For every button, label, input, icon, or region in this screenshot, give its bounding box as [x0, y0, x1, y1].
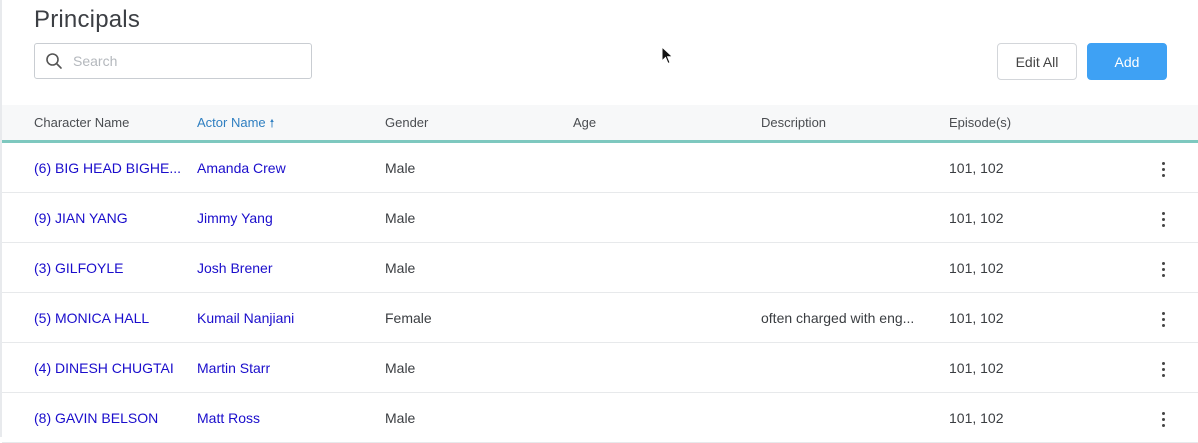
episodes-cell: 101, 102	[949, 410, 1004, 426]
column-header-character-name[interactable]: Character Name	[34, 105, 129, 140]
edit-all-button[interactable]: Edit All	[997, 43, 1077, 80]
episodes-cell: 101, 102	[949, 360, 1004, 376]
episodes-cell: 101, 102	[949, 260, 1004, 276]
episodes-cell: 101, 102	[949, 310, 1004, 326]
actor-name-link[interactable]: Josh Brener	[197, 243, 377, 293]
column-header-description[interactable]: Description	[761, 105, 826, 140]
character-name-link[interactable]: (9) JIAN YANG	[34, 193, 184, 243]
episodes-cell: 101, 102	[949, 160, 1004, 176]
table-header: Character Name Actor Name 🠕 Gender Age De…	[2, 105, 1198, 143]
character-name-link[interactable]: (5) MONICA HALL	[34, 293, 184, 343]
actor-name-link[interactable]: Jimmy Yang	[197, 193, 377, 243]
character-name-link[interactable]: (4) DINESH CHUGTAI	[34, 343, 184, 393]
description-cell	[761, 193, 941, 243]
gender-cell: Male	[385, 160, 416, 176]
gender-cell: Male	[385, 360, 416, 376]
table-row: (8) GAVIN BELSON Matt Ross Male 101, 102	[2, 393, 1198, 443]
description-cell	[761, 143, 941, 193]
column-header-age[interactable]: Age	[573, 105, 596, 140]
column-header-episodes[interactable]: Episode(s)	[949, 105, 1011, 140]
character-name-link[interactable]: (3) GILFOYLE	[34, 243, 184, 293]
actor-name-link[interactable]: Matt Ross	[197, 393, 377, 443]
add-button[interactable]: Add	[1087, 43, 1167, 80]
table-row: (5) MONICA HALL Kumail Nanjiani Female o…	[2, 293, 1198, 343]
search-input[interactable]	[71, 52, 311, 70]
row-menu-icon[interactable]	[1154, 308, 1172, 330]
search-icon	[45, 52, 63, 70]
row-menu-icon[interactable]	[1154, 208, 1172, 230]
character-name-link[interactable]: (8) GAVIN BELSON	[34, 393, 184, 443]
table-row: (6) BIG HEAD BIGHE... Amanda Crew Male 1…	[2, 143, 1198, 193]
description-cell	[761, 393, 941, 443]
description-cell	[761, 343, 941, 393]
table-row: (3) GILFOYLE Josh Brener Male 101, 102	[2, 243, 1198, 293]
column-header-actor-name[interactable]: Actor Name 🠕	[197, 105, 274, 140]
gender-cell: Male	[385, 260, 416, 276]
sort-ascending-icon: 🠕	[269, 118, 275, 130]
character-name-link[interactable]: (6) BIG HEAD BIGHE...	[34, 143, 184, 193]
row-menu-icon[interactable]	[1154, 358, 1172, 380]
column-header-label: Actor Name	[197, 115, 266, 130]
actor-name-link[interactable]: Kumail Nanjiani	[197, 293, 377, 343]
gender-cell: Male	[385, 210, 416, 226]
mouse-cursor-icon	[661, 45, 675, 66]
row-menu-icon[interactable]	[1154, 258, 1172, 280]
gender-cell: Female	[385, 310, 432, 326]
episodes-cell: 101, 102	[949, 210, 1004, 226]
gender-cell: Male	[385, 410, 416, 426]
row-menu-icon[interactable]	[1154, 158, 1172, 180]
row-menu-icon[interactable]	[1154, 408, 1172, 430]
description-cell: often charged with eng...	[761, 310, 915, 326]
page-title: Principals	[34, 6, 141, 33]
table-row: (4) DINESH CHUGTAI Martin Starr Male 101…	[2, 343, 1198, 393]
column-header-gender[interactable]: Gender	[385, 105, 428, 140]
table-body: (6) BIG HEAD BIGHE... Amanda Crew Male 1…	[2, 143, 1198, 443]
actor-name-link[interactable]: Amanda Crew	[197, 143, 377, 193]
search-box[interactable]	[34, 43, 312, 79]
table-row: (9) JIAN YANG Jimmy Yang Male 101, 102	[2, 193, 1198, 243]
actor-name-link[interactable]: Martin Starr	[197, 343, 377, 393]
description-cell	[761, 243, 941, 293]
